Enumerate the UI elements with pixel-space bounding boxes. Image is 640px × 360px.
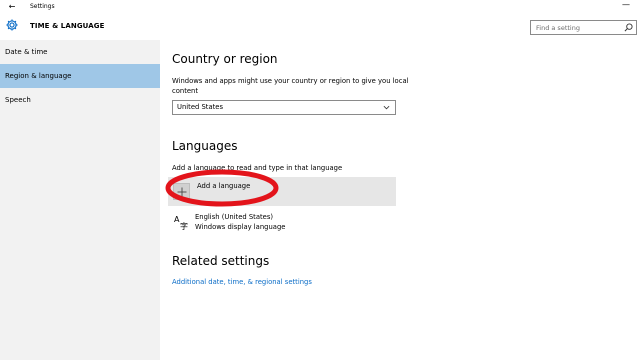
country-description: Windows and apps might use your country … — [172, 77, 409, 95]
chevron-down-icon — [383, 105, 390, 110]
sidebar-item-date-time[interactable]: Date & time — [0, 40, 160, 64]
sidebar: Date & time Region & language Speech — [0, 40, 160, 360]
svg-text:字: 字 — [180, 221, 188, 230]
title-bar: ← Settings — — [0, 0, 640, 13]
minimize-button[interactable]: — — [616, 0, 636, 13]
window-title: Settings — [30, 3, 55, 10]
language-item-english-us[interactable]: A 字 English (United States) Windows disp… — [172, 212, 372, 234]
section-title: TIME & LANGUAGE — [30, 22, 105, 30]
related-settings-heading: Related settings — [172, 254, 270, 268]
language-name: English (United States) — [195, 213, 274, 221]
languages-description: Add a language to read and type in that … — [172, 164, 343, 172]
gear-icon — [6, 19, 18, 31]
add-language-label: Add a language — [197, 182, 251, 190]
search-input[interactable] — [531, 21, 623, 34]
back-button[interactable]: ← — [6, 0, 18, 13]
search-box[interactable] — [530, 20, 637, 35]
languages-heading: Languages — [172, 139, 238, 153]
settings-header: TIME & LANGUAGE — [0, 13, 640, 40]
plus-icon — [177, 187, 187, 197]
main-content: Country or region Windows and apps might… — [160, 40, 640, 360]
country-dropdown[interactable]: United States — [172, 100, 396, 115]
add-language-button[interactable]: Add a language — [168, 177, 396, 206]
country-heading: Country or region — [172, 52, 278, 66]
sidebar-item-region-language[interactable]: Region & language — [0, 64, 160, 88]
country-selected-value: United States — [177, 103, 224, 111]
language-icon: A 字 — [174, 215, 188, 230]
plus-icon-box — [173, 183, 190, 200]
sidebar-item-speech[interactable]: Speech — [0, 88, 160, 112]
language-subtitle: Windows display language — [195, 223, 286, 231]
additional-settings-link[interactable]: Additional date, time, & regional settin… — [172, 278, 312, 286]
search-icon[interactable] — [624, 23, 633, 32]
